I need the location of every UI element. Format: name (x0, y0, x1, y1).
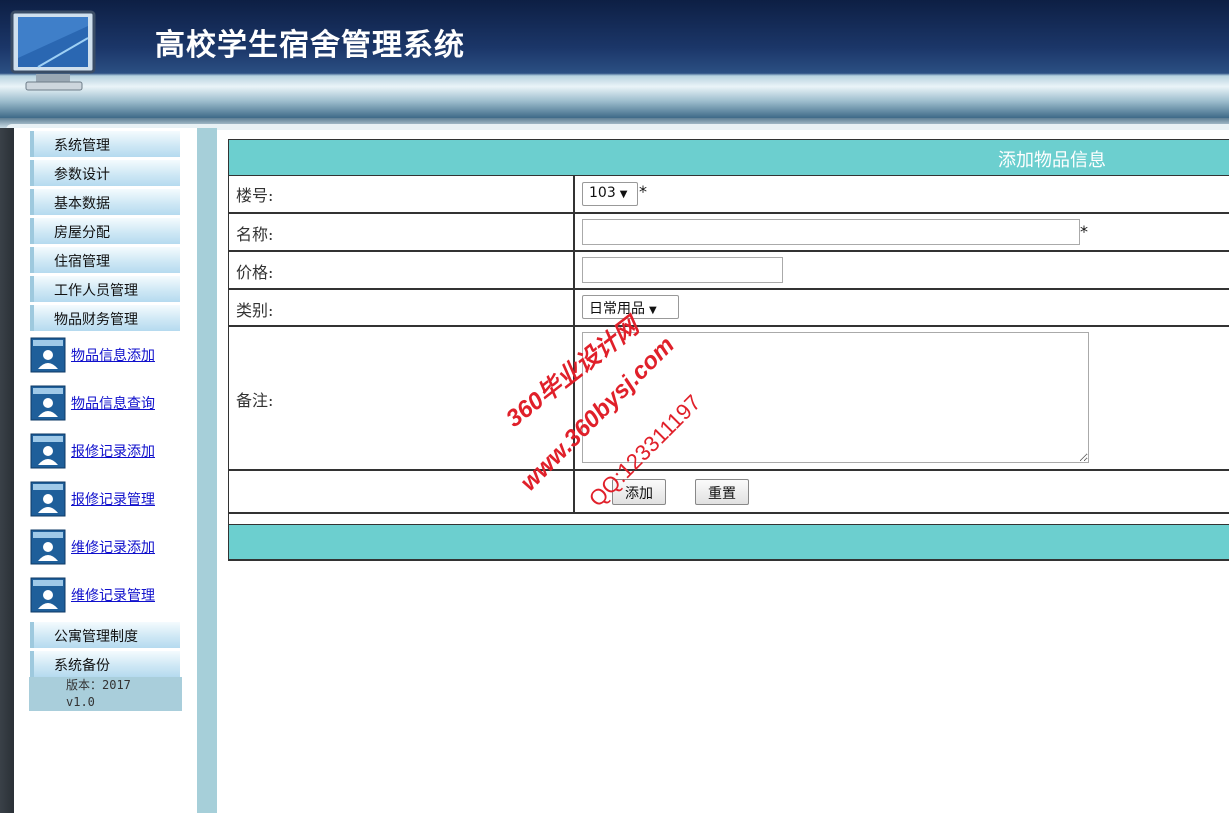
user-window-icon (30, 529, 66, 565)
menu-label: 基本数据 (54, 196, 110, 212)
menu-room-allocation[interactable]: 房屋分配 (30, 218, 180, 244)
row-remark: 备注: (229, 327, 1229, 471)
menu-label: 住宿管理 (54, 254, 110, 270)
menu-label: 物品财务管理 (54, 312, 138, 328)
row-building: 楼号: 103 ▼ * (229, 176, 1229, 214)
add-goods-form: 添加物品信息 楼号: 103 ▼ * 名称: * 价格: 类别: 日常用品 ▼ 备注… (228, 139, 1229, 561)
remark-label: 备注: (236, 391, 274, 410)
label-cell: 备注: (229, 327, 575, 469)
building-value: 103 (589, 185, 616, 201)
name-input[interactable] (582, 219, 1080, 245)
menu-system-management[interactable]: 系统管理 (30, 131, 180, 157)
sub-item-goods-add[interactable]: 物品信息添加 (30, 337, 190, 377)
label-cell: 类别: (229, 290, 575, 325)
menu-parameter-design[interactable]: 参数设计 (30, 160, 180, 186)
building-label: 楼号: (236, 186, 274, 205)
remark-textarea[interactable] (582, 332, 1089, 463)
dropdown-arrow-icon: ▼ (619, 189, 628, 200)
category-value: 日常用品 (589, 301, 645, 317)
left-edge-bar (0, 128, 14, 813)
version-line2: v1.0 (66, 695, 95, 709)
dropdown-arrow-icon: ▼ (649, 305, 657, 316)
category-select[interactable]: 日常用品 ▼ (582, 295, 679, 319)
form-footer (229, 524, 1229, 561)
user-window-icon (30, 433, 66, 469)
computer-monitor-icon (10, 10, 96, 91)
menu-goods-finance[interactable]: 物品财务管理 (30, 305, 180, 331)
menu-label: 工作人员管理 (54, 283, 138, 299)
category-label: 类别: (236, 301, 274, 320)
sub-link[interactable]: 报修记录添加 (71, 441, 155, 461)
site-title: 高校学生宿舍管理系统 (155, 28, 465, 63)
sub-item-goods-query[interactable]: 物品信息查询 (30, 385, 190, 425)
menu-basic-data[interactable]: 基本数据 (30, 189, 180, 215)
sub-link[interactable]: 报修记录管理 (71, 489, 155, 509)
menu-system-backup[interactable]: 系统备份 (30, 651, 180, 677)
menu-label: 系统备份 (54, 658, 110, 674)
sub-link[interactable]: 物品信息查询 (71, 393, 155, 413)
menu-label: 参数设计 (54, 167, 110, 183)
label-cell: 楼号: (229, 176, 575, 212)
sub-item-maintenance-manage[interactable]: 维修记录管理 (30, 577, 190, 617)
form-header: 添加物品信息 (229, 140, 1229, 176)
label-cell: 名称: (229, 214, 575, 250)
row-price: 价格: (229, 252, 1229, 290)
price-label: 价格: (236, 263, 274, 282)
required-mark: * (1080, 222, 1088, 241)
menu-label: 公寓管理制度 (54, 629, 138, 645)
user-window-icon (30, 481, 66, 517)
sub-item-repair-manage[interactable]: 报修记录管理 (30, 481, 190, 521)
version-line1: 版本：2017 (66, 678, 131, 692)
row-actions: 添加 重置 (229, 471, 1229, 514)
sub-link[interactable]: 维修记录添加 (71, 537, 155, 557)
price-input[interactable] (582, 257, 783, 283)
row-category: 类别: 日常用品 ▼ (229, 290, 1229, 327)
menu-apartment-rules[interactable]: 公寓管理制度 (30, 622, 180, 648)
sub-item-maintenance-add[interactable]: 维修记录添加 (30, 529, 190, 569)
label-cell (229, 471, 575, 512)
required-mark: * (639, 182, 647, 201)
sidebar-gap (197, 128, 217, 813)
header-band (0, 76, 1229, 118)
menu-staff-management[interactable]: 工作人员管理 (30, 276, 180, 302)
form-title: 添加物品信息 (998, 150, 1106, 171)
menu-accommodation[interactable]: 住宿管理 (30, 247, 180, 273)
app-header: 高校学生宿舍管理系统 (0, 0, 1229, 118)
user-window-icon (30, 577, 66, 613)
row-name: 名称: * (229, 214, 1229, 252)
name-label: 名称: (236, 225, 274, 244)
add-button[interactable]: 添加 (612, 479, 666, 505)
building-select[interactable]: 103 ▼ (582, 182, 638, 206)
sub-link[interactable]: 物品信息添加 (71, 345, 155, 365)
user-window-icon (30, 337, 66, 373)
sub-link[interactable]: 维修记录管理 (71, 585, 155, 605)
menu-label: 系统管理 (54, 138, 110, 154)
version-info: 版本：2017 v1.0 (29, 677, 182, 711)
user-window-icon (30, 385, 66, 421)
menu-label: 房屋分配 (54, 225, 110, 241)
reset-button[interactable]: 重置 (695, 479, 749, 505)
label-cell: 价格: (229, 252, 575, 288)
sub-item-repair-add[interactable]: 报修记录添加 (30, 433, 190, 473)
